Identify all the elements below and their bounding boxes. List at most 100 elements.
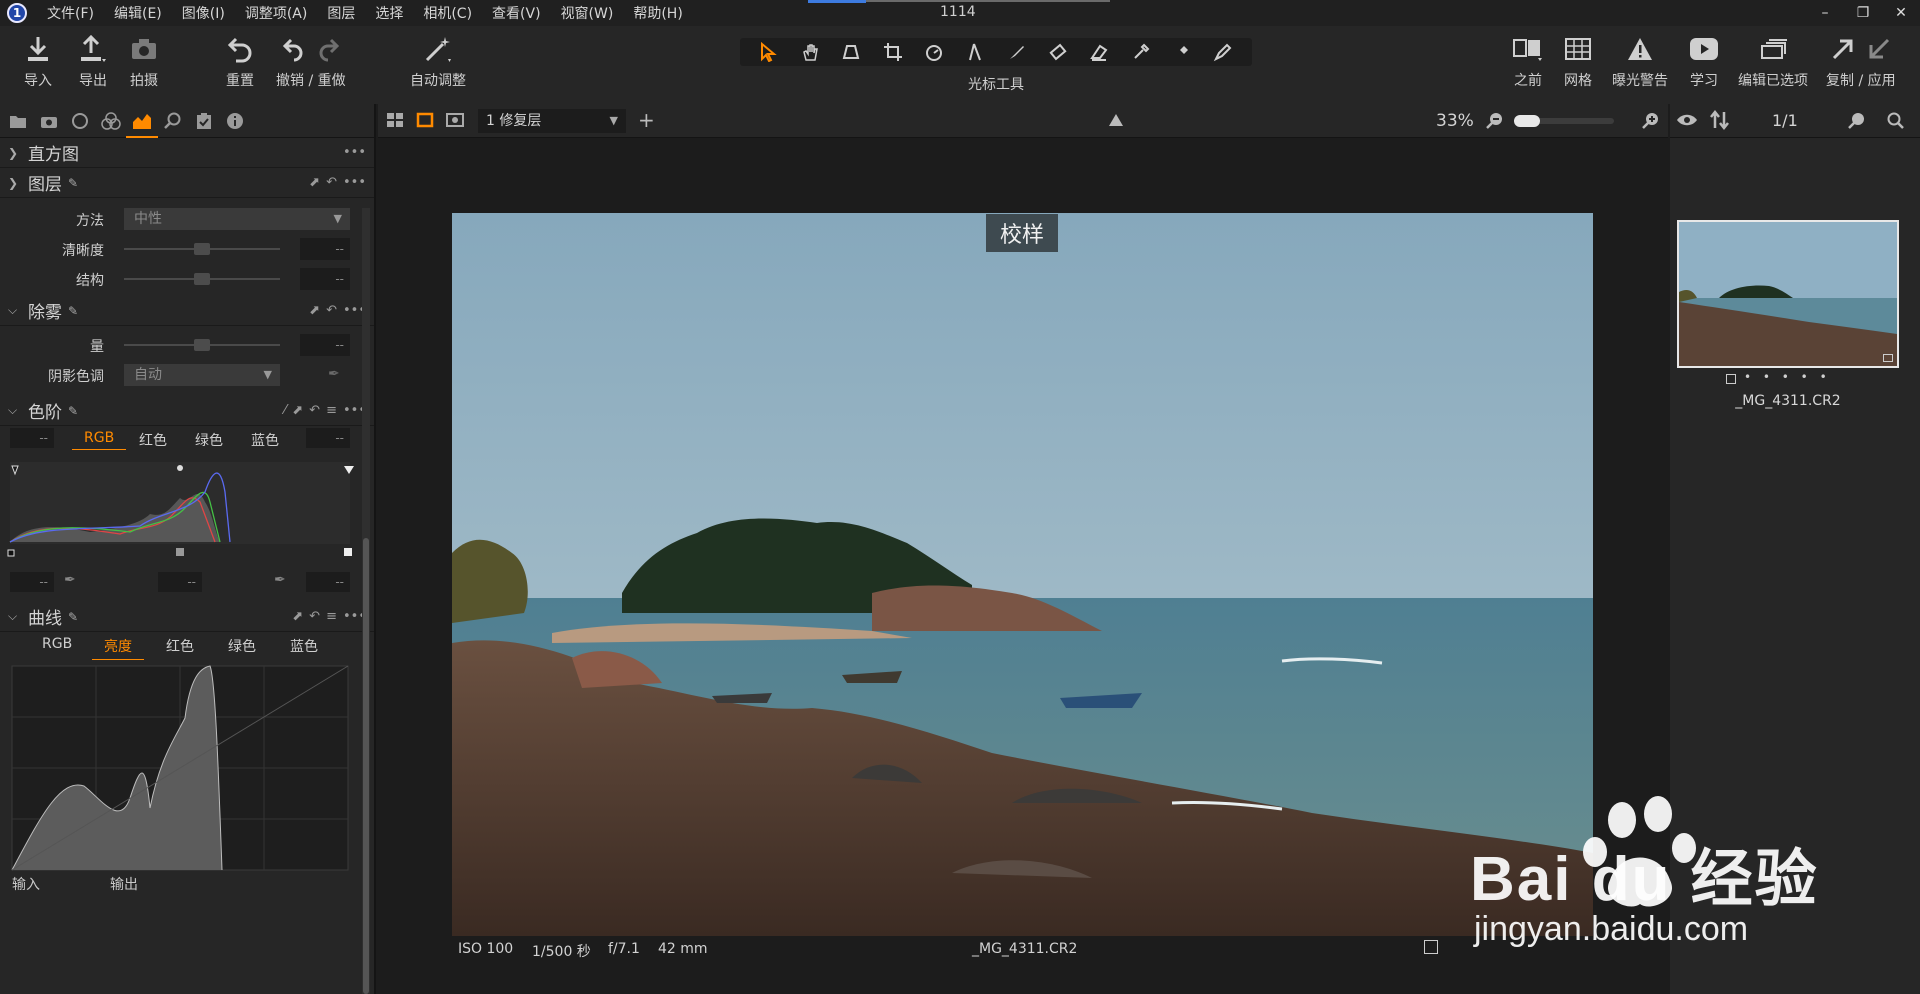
- minimize-button[interactable]: –: [1806, 0, 1844, 26]
- histogram-section-header[interactable]: ❯ 直方图 •••: [0, 138, 374, 168]
- curves-section-header[interactable]: ⌵ 曲线 ✎ ⬈ ↶ ≡ •••: [0, 602, 374, 632]
- layers-section-header[interactable]: ❯ 图层 ✎ ⬈ ↶ •••: [0, 168, 374, 198]
- slider-knob[interactable]: [194, 339, 210, 351]
- zoom-slider[interactable]: [1514, 115, 1614, 127]
- curves-tab-green[interactable]: 绿色: [228, 636, 256, 656]
- eyedropper-icon[interactable]: ✒: [274, 572, 286, 588]
- structure-value[interactable]: --: [300, 268, 350, 290]
- dehaze-section-header[interactable]: ⌵ 除雾 ✎ ⬈ ↶ •••: [0, 296, 374, 326]
- annotate-icon[interactable]: [1209, 40, 1237, 64]
- levels-tab-red[interactable]: 红色: [139, 430, 167, 450]
- eyedropper-icon[interactable]: ✒: [328, 366, 340, 382]
- crop-icon[interactable]: [879, 40, 907, 64]
- exposure-tools-icon[interactable]: [126, 109, 158, 138]
- scrollbar-thumb[interactable]: [363, 538, 369, 994]
- grid-view-icon[interactable]: [386, 112, 404, 132]
- capture-button[interactable]: 拍摄: [130, 34, 158, 90]
- auto-adjust-button[interactable]: 自动调整: [410, 34, 466, 90]
- layer-select[interactable]: 1 修复层 ▼: [478, 109, 626, 133]
- capture-camera-icon[interactable]: [37, 109, 61, 133]
- adjustments-clipboard-icon[interactable]: [192, 109, 216, 133]
- browser-zoom-icon[interactable]: [1848, 112, 1866, 134]
- levels-section-header[interactable]: ⌵ 色阶 ✎ ⁄ ⬈ ↶ ≡ •••: [0, 396, 374, 426]
- spot-removal-icon[interactable]: [961, 40, 989, 64]
- eye-icon[interactable]: [1676, 112, 1698, 132]
- undo-redo-button[interactable]: 撤销 / 重做: [276, 34, 346, 90]
- rotate-icon[interactable]: [920, 40, 948, 64]
- reset-adjust-icon[interactable]: ↶: [309, 403, 320, 418]
- shadow-tone-dropdown[interactable]: 自动 ▼: [124, 364, 280, 386]
- app-logo-icon[interactable]: 1: [7, 3, 27, 23]
- curves-tab-luma[interactable]: 亮度: [92, 636, 144, 660]
- curves-graph[interactable]: [0, 658, 376, 874]
- clarity-value[interactable]: --: [300, 238, 350, 260]
- zoom-level[interactable]: 33%: [1436, 111, 1474, 131]
- warning-icon[interactable]: [1108, 112, 1124, 132]
- reset-adjust-icon[interactable]: ↶: [309, 609, 320, 624]
- menu-window[interactable]: 视窗(W): [551, 3, 624, 23]
- menu-adjustments[interactable]: 调整项(A): [235, 3, 318, 23]
- levels-tab-green[interactable]: 绿色: [195, 430, 223, 450]
- grid-button[interactable]: 网格: [1564, 34, 1592, 90]
- left-panel-scrollbar[interactable]: [362, 208, 370, 994]
- thumb-checkbox[interactable]: [1726, 374, 1736, 384]
- copy-adjust-icon[interactable]: ⬈: [292, 609, 303, 624]
- details-magnifier-icon[interactable]: [161, 109, 185, 133]
- main-photo[interactable]: [452, 213, 1593, 936]
- zoom-in-icon[interactable]: [1642, 112, 1660, 134]
- auto-levels-icon[interactable]: ⁄: [284, 403, 286, 418]
- menu-layers[interactable]: 图层: [317, 3, 365, 23]
- rating-dots[interactable]: • • • • •: [1744, 370, 1831, 384]
- single-view-icon[interactable]: [416, 112, 434, 132]
- reset-button[interactable]: 重置: [226, 34, 254, 90]
- add-layer-icon[interactable]: +: [638, 108, 655, 132]
- menu-edit[interactable]: 编辑(E): [104, 3, 172, 23]
- menu-file[interactable]: 文件(F): [37, 3, 104, 23]
- thumbnail[interactable]: [1677, 220, 1899, 368]
- levels-tab-blue[interactable]: 蓝色: [251, 430, 279, 450]
- amount-slider[interactable]: [124, 339, 280, 351]
- menu-image[interactable]: 图像(I): [172, 3, 235, 23]
- reset-adjust-icon[interactable]: ↶: [326, 175, 337, 190]
- close-button[interactable]: ✕: [1882, 0, 1920, 26]
- curves-tab-rgb[interactable]: RGB: [42, 636, 72, 652]
- menu-view[interactable]: 查看(V): [482, 3, 551, 23]
- levels-right-value[interactable]: --: [306, 428, 350, 448]
- curves-tab-red[interactable]: 红色: [166, 636, 194, 656]
- exposure-warning-button[interactable]: 曝光警告: [1612, 34, 1668, 90]
- levels-input-mid[interactable]: --: [158, 572, 202, 592]
- zoom-slider-knob[interactable]: [1514, 115, 1540, 127]
- levels-histogram[interactable]: [0, 452, 376, 570]
- learn-button[interactable]: 学习: [1688, 34, 1720, 90]
- levels-input-high[interactable]: --: [306, 572, 350, 592]
- image-viewer[interactable]: [378, 138, 1668, 994]
- brush-icon[interactable]: [1003, 40, 1031, 64]
- levels-tab-rgb[interactable]: RGB: [71, 430, 127, 450]
- list-icon[interactable]: ≡: [326, 609, 337, 624]
- structure-slider[interactable]: [124, 273, 280, 285]
- metadata-info-icon[interactable]: [223, 109, 247, 133]
- search-icon[interactable]: [1886, 112, 1904, 134]
- before-button[interactable]: 之前: [1512, 34, 1544, 90]
- levels-left-value[interactable]: --: [10, 428, 54, 448]
- export-button[interactable]: 导出: [78, 34, 108, 90]
- gradient-mask-icon[interactable]: [1044, 40, 1072, 64]
- pan-hand-icon[interactable]: [796, 40, 824, 64]
- color-picker-icon[interactable]: [1127, 40, 1155, 64]
- select-arrow-icon[interactable]: [755, 40, 783, 64]
- copy-adjust-icon[interactable]: ⬈: [292, 403, 303, 418]
- import-button[interactable]: 导入: [24, 34, 52, 90]
- select-checkbox[interactable]: [1424, 940, 1438, 954]
- reset-adjust-icon[interactable]: ↶: [326, 303, 337, 318]
- color-circles-icon[interactable]: [99, 109, 123, 133]
- copy-apply-button[interactable]: 复制 / 应用: [1826, 34, 1896, 90]
- copy-adjust-icon[interactable]: ⬈: [309, 303, 320, 318]
- method-dropdown[interactable]: 中性 ▼: [124, 208, 350, 230]
- library-folder-icon[interactable]: [6, 109, 30, 133]
- maximize-button[interactable]: ❐: [1844, 0, 1882, 26]
- zoom-out-icon[interactable]: [1486, 112, 1504, 134]
- more-options-icon[interactable]: •••: [343, 175, 366, 190]
- menu-camera[interactable]: 相机(C): [413, 3, 482, 23]
- levels-input-low[interactable]: --: [10, 572, 54, 592]
- edit-selected-button[interactable]: 编辑已选项: [1738, 34, 1808, 90]
